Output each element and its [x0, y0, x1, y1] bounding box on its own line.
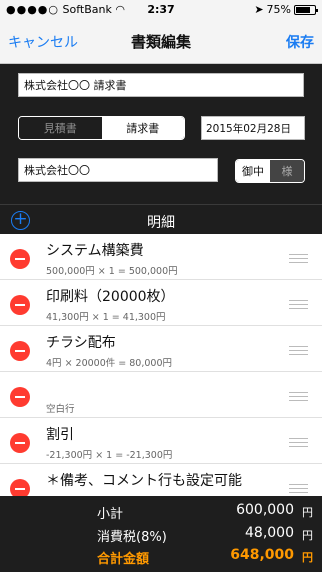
item-name: チラシ配布	[46, 335, 116, 351]
currency-unit: 円	[302, 551, 313, 564]
delete-icon[interactable]	[10, 387, 30, 407]
section-title: 明細	[147, 215, 175, 231]
list-item[interactable]: チラシ配布 4円 × 20000件 = 80,000円	[0, 326, 322, 372]
doc-type-invoice[interactable]: 請求書	[101, 117, 184, 139]
item-name: ＊備考、コメント行も設定可能	[46, 473, 242, 489]
subtotal-value: 600,000	[236, 502, 294, 518]
list-item[interactable]: システム構築費 500,000円 × 1 = 500,000円	[0, 234, 322, 280]
item-detail: 空白行	[46, 404, 75, 415]
reorder-icon[interactable]	[289, 438, 308, 447]
item-name: システム構築費	[46, 243, 144, 259]
detail-section-header: + 明細	[0, 204, 322, 234]
honorific-selector: 御中 様	[235, 159, 305, 183]
item-detail: 500,000円 × 1 = 500,000円	[46, 266, 178, 277]
save-button[interactable]: 保存	[286, 32, 314, 52]
delete-icon[interactable]	[10, 295, 30, 315]
list-item[interactable]: 割引 -21,300円 × 1 = -21,300円	[0, 418, 322, 464]
list-item[interactable]: ＊備考、コメント行も設定可能	[0, 464, 322, 496]
tax-value: 48,000	[245, 525, 294, 541]
honorific-sama[interactable]: 様	[270, 160, 304, 182]
subtotal-row: 小計 600,000 円	[0, 501, 322, 522]
list-item[interactable]: 印刷料（20000枚） 41,300円 × 1 = 41,300円	[0, 280, 322, 326]
nav-bar: キャンセル 書類編集 保存	[0, 20, 322, 64]
honorific-onchu[interactable]: 御中	[236, 160, 270, 182]
item-detail: 4円 × 20000件 = 80,000円	[46, 358, 173, 369]
battery-icon	[294, 4, 318, 15]
item-detail: 41,300円 × 1 = 41,300円	[46, 312, 166, 323]
subtotal-label: 小計	[97, 507, 124, 522]
location-icon: ➤	[254, 3, 264, 16]
delete-icon[interactable]	[10, 249, 30, 269]
reorder-icon[interactable]	[289, 300, 308, 309]
totals-panel: 小計 600,000 円 消費税(8%) 48,000 円 合計金額 648,0…	[0, 496, 322, 572]
reorder-icon[interactable]	[289, 254, 308, 263]
page-title: 書類編集	[130, 33, 191, 51]
total-value: 648,000	[230, 547, 294, 563]
total-label: 合計金額	[97, 552, 150, 567]
document-type-selector: 見積書 請求書	[18, 116, 185, 140]
status-bar: ●●●●○ SoftBank ◠ 2:37 ➤ 75%	[0, 0, 322, 20]
doc-type-estimate[interactable]: 見積書	[19, 117, 102, 139]
total-row: 合計金額 648,000 円	[0, 546, 322, 567]
battery-fill	[296, 6, 310, 13]
item-name: 印刷料（20000枚）	[46, 289, 175, 305]
reorder-icon[interactable]	[289, 392, 308, 401]
delete-icon[interactable]	[10, 341, 30, 361]
line-item-list: システム構築費 500,000円 × 1 = 500,000円 印刷料（2000…	[0, 234, 322, 496]
item-detail: -21,300円 × 1 = -21,300円	[46, 450, 173, 461]
reorder-icon[interactable]	[289, 346, 308, 355]
currency-unit: 円	[302, 506, 313, 519]
list-item[interactable]: 空白行	[0, 372, 322, 418]
item-name: 割引	[46, 427, 74, 443]
document-form: 株式会社〇〇 請求書 見積書 請求書 2015年02月28日 株式会社〇〇 御中…	[0, 64, 322, 204]
reorder-icon[interactable]	[289, 484, 308, 493]
status-right: ➤ 75%	[254, 3, 318, 16]
currency-unit: 円	[302, 529, 313, 542]
client-name-field[interactable]: 株式会社〇〇	[18, 158, 218, 182]
document-title-field[interactable]: 株式会社〇〇 請求書	[18, 73, 304, 97]
battery-percent: 75%	[266, 3, 291, 16]
delete-icon[interactable]	[10, 479, 30, 496]
tax-label: 消費税(8%)	[97, 530, 167, 545]
delete-icon[interactable]	[10, 433, 30, 453]
tax-row: 消費税(8%) 48,000 円	[0, 524, 322, 545]
date-field[interactable]: 2015年02月28日	[201, 116, 305, 140]
